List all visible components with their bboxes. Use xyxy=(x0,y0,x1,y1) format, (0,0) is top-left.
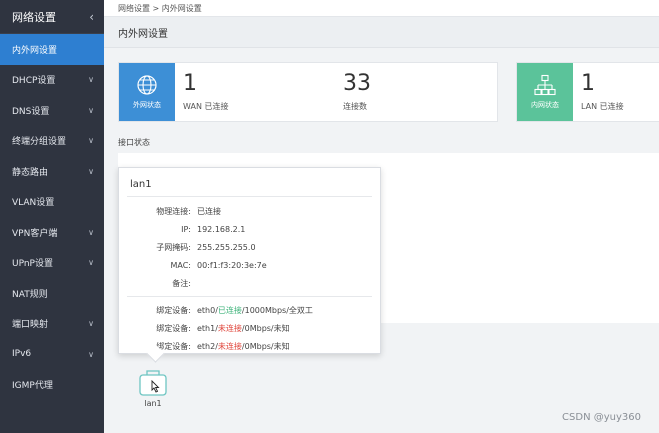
chevron-down-icon: ∨ xyxy=(88,105,94,115)
info-key: 物理连接: xyxy=(156,206,191,216)
chevron-down-icon: ∨ xyxy=(88,75,94,85)
device-speed: /0Mbps/未知 xyxy=(241,323,290,333)
sidebar-item[interactable]: NAT规则 xyxy=(0,278,104,309)
sidebar-item[interactable]: 静态路由 ∨ xyxy=(0,156,104,187)
device-link-state: 已连接 xyxy=(217,305,242,315)
device-key: 绑定设备: xyxy=(156,341,191,351)
sidebar-item[interactable]: 终端分组设置 ∨ xyxy=(0,126,104,157)
sidebar-item[interactable]: IPv6 ∨ xyxy=(0,339,104,370)
lan-status-icon-box[interactable]: 内网状态 xyxy=(517,63,573,121)
popup-info-row: IP: 192.168.2.1 xyxy=(119,220,380,238)
device-value: eth2/未连接/0Mbps/未知 xyxy=(197,341,290,352)
popup-info-rows: 物理连接: 已连接 IP: 192.168.2.1 子网掩码: 255.255.255.0… xyxy=(119,197,380,292)
info-key: 子网掩码: xyxy=(156,242,191,252)
wan-count-label: WAN 已连接 xyxy=(183,101,229,111)
sidebar-header: 网络设置 ‹ xyxy=(0,0,104,34)
popup-info-row: MAC: 00:f1:f3:20:3e:7e xyxy=(119,256,380,274)
wan-count-block: 1 WAN 已连接 xyxy=(175,63,335,121)
sidebar-item-label: 端口映射 xyxy=(12,320,49,331)
sidebar-item[interactable]: DNS设置 ∨ xyxy=(0,95,104,126)
sidebar-item[interactable]: 端口映射 ∨ xyxy=(0,309,104,340)
watermark: CSDN @yuy360 xyxy=(562,412,641,423)
lan-count-label: LAN 已连接 xyxy=(581,101,624,111)
lan-count-block: 1 LAN 已连接 xyxy=(573,63,624,121)
info-key: MAC: xyxy=(170,260,191,270)
device-speed: /0Mbps/未知 xyxy=(241,341,290,351)
sidebar-item[interactable]: VLAN设置 xyxy=(0,187,104,218)
lan-count: 1 xyxy=(581,70,595,96)
popup-device-rows: 绑定设备: eth0/已连接/1000Mbps/全双工 绑定设备: eth1/未连接/… xyxy=(119,297,380,355)
device-link-state: 未连接 xyxy=(217,341,242,351)
chevron-down-icon: ∨ xyxy=(88,136,94,146)
info-value: 已连接 xyxy=(197,206,221,216)
sidebar-item-label: NAT规则 xyxy=(12,289,48,300)
lan-icon-label: 内网状态 xyxy=(531,101,559,109)
device-value: eth0/已连接/1000Mbps/全双工 xyxy=(197,305,313,316)
breadcrumb-text: 网络设置 > 内外网设置 xyxy=(118,3,202,13)
globe-icon xyxy=(137,75,157,95)
lan1-node[interactable]: lan1 xyxy=(136,369,170,408)
sidebar-item[interactable]: UPnP设置 ∨ xyxy=(0,248,104,279)
chevron-down-icon: ∨ xyxy=(88,227,94,237)
sidebar-item-label: IGMP代理 xyxy=(12,381,53,392)
device-link-state: 未连接 xyxy=(217,323,242,333)
interface-detail-popup: lan1 物理连接: 已连接 IP: 192.168.2.1 子网掩码: 255.255.… xyxy=(118,167,381,354)
info-value: 00:f1:f3:20:3e:7e xyxy=(197,260,267,270)
sidebar-item-label: 内外网设置 xyxy=(12,45,58,56)
lan-status-card: 内网状态 1 LAN 已连接 xyxy=(516,62,659,122)
bound-device-row: 绑定设备: eth0/已连接/1000Mbps/全双工 xyxy=(119,301,380,319)
device-key: 绑定设备: xyxy=(156,305,191,315)
network-tree-icon xyxy=(534,74,556,96)
sidebar-item-label: 终端分组设置 xyxy=(12,137,67,148)
device-value: eth1/未连接/0Mbps/未知 xyxy=(197,323,290,334)
sidebar-item[interactable]: IGMP代理 xyxy=(0,370,104,401)
collapse-chevron-icon[interactable]: ‹ xyxy=(89,10,94,24)
sidebar-item[interactable]: DHCP设置 ∨ xyxy=(0,65,104,96)
lan1-node-label: lan1 xyxy=(144,399,162,408)
connection-count: 33 xyxy=(343,70,371,96)
sidebar-item-label: VLAN设置 xyxy=(12,198,55,209)
info-key: IP: xyxy=(181,224,191,234)
popup-info-row: 子网掩码: 255.255.255.0 xyxy=(119,238,380,256)
sidebar-item-label: 静态路由 xyxy=(12,167,49,178)
device-port: eth1/ xyxy=(197,323,218,333)
sidebar: 网络设置 ‹ 内外网设置 DHCP设置 ∨ DNS设置 ∨ 终端分组设置 ∨ 静态路由 ∨ VLA… xyxy=(0,0,104,433)
bound-device-row: 绑定设备: eth1/未连接/0Mbps/未知 xyxy=(119,319,380,337)
breadcrumb: 网络设置 > 内外网设置 xyxy=(104,0,659,17)
device-speed: /1000Mbps/全双工 xyxy=(241,305,313,315)
info-value: 192.168.2.1 xyxy=(197,224,246,234)
wan-status-card: 外网状态 1 WAN 已连接 33 连接数 xyxy=(118,62,498,122)
device-port: eth2/ xyxy=(197,341,218,351)
sidebar-item[interactable]: 内外网设置 xyxy=(0,34,104,65)
sidebar-item-label: DNS设置 xyxy=(12,106,50,117)
page-title: 内外网设置 xyxy=(118,28,168,40)
chevron-down-icon: ∨ xyxy=(88,349,94,359)
popup-info-row: 物理连接: 已连接 xyxy=(119,202,380,220)
popup-info-row: 备注: xyxy=(119,274,380,292)
sidebar-title: 网络设置 xyxy=(12,10,56,24)
sidebar-item-label: UPnP设置 xyxy=(12,259,53,270)
connection-count-label: 连接数 xyxy=(343,101,367,111)
wan-count: 1 xyxy=(183,70,197,96)
info-key: 备注: xyxy=(172,278,191,288)
device-port: eth0/ xyxy=(197,305,218,315)
sidebar-item[interactable]: VPN客户端 ∨ xyxy=(0,217,104,248)
page-title-bar: 内外网设置 xyxy=(104,17,659,48)
sidebar-item-label: IPv6 xyxy=(12,349,32,360)
lan-port-icon xyxy=(139,370,167,396)
info-value: 255.255.255.0 xyxy=(197,242,256,252)
chevron-down-icon: ∨ xyxy=(88,258,94,268)
chevron-down-icon: ∨ xyxy=(88,166,94,176)
connection-count-block: 33 连接数 xyxy=(335,63,371,121)
interface-status-label: 接口状态 xyxy=(118,138,150,147)
wan-status-icon-box[interactable]: 外网状态 xyxy=(119,63,175,121)
sidebar-item-label: DHCP设置 xyxy=(12,76,56,87)
sidebar-item-label: VPN客户端 xyxy=(12,228,58,239)
bound-device-row: 绑定设备: eth2/未连接/0Mbps/未知 xyxy=(119,337,380,355)
chevron-down-icon: ∨ xyxy=(88,319,94,329)
popup-title: lan1 xyxy=(130,179,152,190)
device-key: 绑定设备: xyxy=(156,323,191,333)
wan-icon-label: 外网状态 xyxy=(133,101,161,109)
